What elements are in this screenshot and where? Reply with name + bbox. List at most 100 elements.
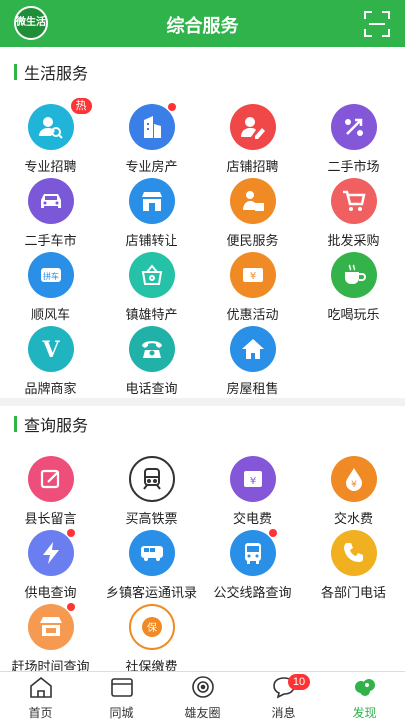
service-county-message[interactable]: 县长留言 (0, 456, 101, 527)
item-label: 二手市场 (327, 159, 380, 174)
page-title: 综合服务 (166, 16, 239, 36)
service-electricity-bill[interactable]: ¥ 交电费 (202, 456, 303, 527)
header: 微生活 综合服务 (0, 0, 405, 47)
service-convenience[interactable]: 便民服务 (202, 178, 303, 249)
carpool-icon: 拼车 (27, 252, 74, 298)
insurance-icon: 保 (128, 604, 175, 650)
section-query-title: 查询服务 (14, 414, 88, 435)
car-icon (27, 178, 74, 224)
phone-icon (330, 530, 377, 576)
tab-label: 消息 (271, 706, 296, 720)
svg-text:¥: ¥ (351, 480, 357, 490)
svg-text:¥: ¥ (249, 476, 255, 487)
service-secondhand[interactable]: 二手市场 (303, 104, 404, 175)
service-social-security[interactable]: 保 社保缴费 (101, 604, 202, 675)
item-label: 店铺招聘 (226, 159, 279, 174)
service-usedcar[interactable]: 二手车市 (0, 178, 101, 249)
coupon-icon: ¥ (229, 252, 276, 298)
item-label: 吃喝玩乐 (327, 307, 380, 322)
building-icon (128, 103, 176, 150)
item-label: 交水费 (333, 511, 373, 526)
service-housing[interactable]: 房屋租售 (202, 326, 303, 397)
item-label: 优惠活动 (226, 307, 279, 322)
tab-discover[interactable]: 发现 (324, 672, 405, 720)
hot-badge: 热 (70, 98, 92, 114)
person-edit-icon (229, 104, 276, 150)
section-divider (0, 398, 405, 406)
cup-icon (330, 252, 377, 298)
service-recruitment[interactable]: 热 专业招聘 (0, 98, 101, 175)
notify-dot (66, 603, 75, 611)
service-specialty[interactable]: 镇雄特产 (101, 252, 202, 323)
basket-icon (128, 252, 175, 298)
item-label: 县长留言 (24, 511, 77, 526)
tab-label: 首页 (28, 706, 53, 720)
item-label: 批发采购 (327, 233, 380, 248)
item-label: 各部门电话 (320, 585, 386, 600)
tab-circle[interactable]: 雄友圈 (162, 672, 243, 720)
train-icon (128, 456, 175, 502)
item-label: 二手车市 (24, 233, 77, 248)
tab-home[interactable]: 首页 (0, 672, 81, 720)
bus-icon (128, 530, 175, 576)
item-label: 镇雄特产 (125, 307, 178, 322)
svg-text:拼车: 拼车 (43, 271, 59, 281)
service-shop-recruit[interactable]: 店铺招聘 (202, 104, 303, 175)
folder-icon (110, 678, 133, 697)
scan-icon[interactable] (363, 10, 391, 38)
edit-icon (27, 456, 74, 502)
service-realestate[interactable]: 专业房产 (101, 103, 202, 175)
service-brands[interactable]: V 品牌商家 (0, 326, 101, 397)
service-wholesale[interactable]: 批发采购 (303, 178, 404, 249)
service-market-schedule[interactable]: 赶场时间查询 (0, 603, 101, 675)
exchange-icon (330, 104, 377, 150)
home-icon (29, 676, 52, 698)
market-stall-icon (27, 603, 75, 650)
vip-icon: V (27, 326, 74, 372)
service-town-bus-directory[interactable]: 乡镇客运通讯录 (101, 530, 202, 601)
discover-icon (354, 679, 375, 696)
house-icon (229, 326, 276, 372)
item-label: 品牌商家 (24, 381, 77, 396)
telephone-icon (128, 326, 175, 372)
tab-messages[interactable]: 10 消息 (243, 672, 324, 720)
bus-front-icon (229, 529, 277, 576)
electric-bill-icon: ¥ (229, 456, 276, 502)
item-label: 供电查询 (24, 585, 77, 600)
service-promotions[interactable]: ¥ 优惠活动 (202, 252, 303, 323)
item-label: 顺风车 (30, 307, 70, 322)
service-shop-transfer[interactable]: 店铺转让 (101, 178, 202, 249)
tab-label: 雄友圈 (184, 706, 221, 720)
lightning-icon (27, 529, 75, 576)
shop-icon (128, 178, 175, 224)
service-food[interactable]: 吃喝玩乐 (303, 252, 404, 323)
svg-text:¥: ¥ (249, 271, 255, 282)
item-label: 电话查询 (125, 381, 178, 396)
tab-local[interactable]: 同城 (81, 672, 162, 720)
service-dept-phones[interactable]: 各部门电话 (303, 530, 404, 601)
tab-label: 发现 (352, 706, 377, 720)
bottom-tab-bar: 首页 同城 雄友圈 10 消息 发现 (0, 671, 405, 720)
service-train-ticket[interactable]: 买高铁票 (101, 456, 202, 527)
item-label: 公交线路查询 (213, 585, 292, 600)
svg-text:V: V (41, 337, 60, 362)
item-label: 买高铁票 (125, 511, 178, 526)
notify-dot (167, 103, 176, 111)
service-carpool[interactable]: 拼车 顺风车 (0, 252, 101, 323)
service-power-query[interactable]: 供电查询 (0, 529, 101, 601)
recruitment-icon: 热 (27, 98, 92, 150)
water-drop-icon: ¥ (330, 456, 377, 502)
item-label: 交电费 (232, 511, 272, 526)
cart-icon (330, 178, 377, 224)
service-phone-lookup[interactable]: 电话查询 (101, 326, 202, 397)
unread-badge: 10 (288, 674, 310, 690)
item-label: 房屋租售 (226, 381, 279, 396)
tab-label: 同城 (109, 706, 134, 720)
item-label: 店铺转让 (125, 233, 178, 248)
person-box-icon (229, 178, 276, 224)
service-water-bill[interactable]: ¥ 交水费 (303, 456, 404, 527)
item-label: 便民服务 (226, 233, 279, 248)
svg-text:保: 保 (147, 621, 157, 634)
service-bus-routes[interactable]: 公交线路查询 (202, 529, 303, 601)
notify-dot (66, 529, 75, 537)
